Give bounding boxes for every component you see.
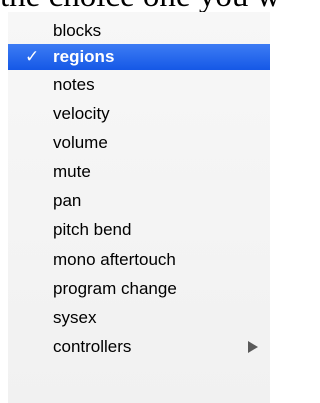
chevron-right-icon [248, 341, 258, 353]
menu-item-label: notes [53, 75, 95, 94]
menu-item-notes[interactable]: notes [8, 72, 270, 98]
menu-item-label: velocity [53, 104, 110, 123]
dropdown-menu: blocks ✓ regions notes velocity volume m… [8, 12, 270, 403]
menu-item-label: regions [53, 47, 115, 66]
menu-item-mute[interactable]: mute [8, 159, 270, 185]
menu-item-label: volume [53, 133, 108, 152]
menu-item-velocity[interactable]: velocity [8, 101, 270, 127]
menu-item-pan[interactable]: pan [8, 188, 270, 214]
menu-item-label: pitch bend [53, 220, 132, 239]
menu-item-program-change[interactable]: program change [8, 276, 270, 302]
menu-item-label: mono aftertouch [53, 250, 176, 269]
menu-item-label: controllers [53, 337, 132, 356]
menu-item-volume[interactable]: volume [8, 130, 270, 156]
menu-item-mono-aftertouch[interactable]: mono aftertouch [8, 247, 270, 273]
menu-item-label: mute [53, 162, 91, 181]
menu-item-label: sysex [53, 308, 97, 327]
menu-item-sysex[interactable]: sysex [8, 305, 270, 331]
menu-item-label: blocks [53, 21, 102, 40]
menu-item-regions[interactable]: ✓ regions [8, 44, 270, 70]
menu-item-pitch-bend[interactable]: pitch bend [8, 217, 270, 243]
menu-item-label: program change [53, 279, 177, 298]
menu-item-blocks[interactable]: blocks [8, 18, 270, 44]
menu-item-label: pan [53, 191, 82, 210]
menu-item-controllers[interactable]: controllers [8, 334, 270, 360]
checkmark-icon: ✓ [25, 47, 40, 66]
